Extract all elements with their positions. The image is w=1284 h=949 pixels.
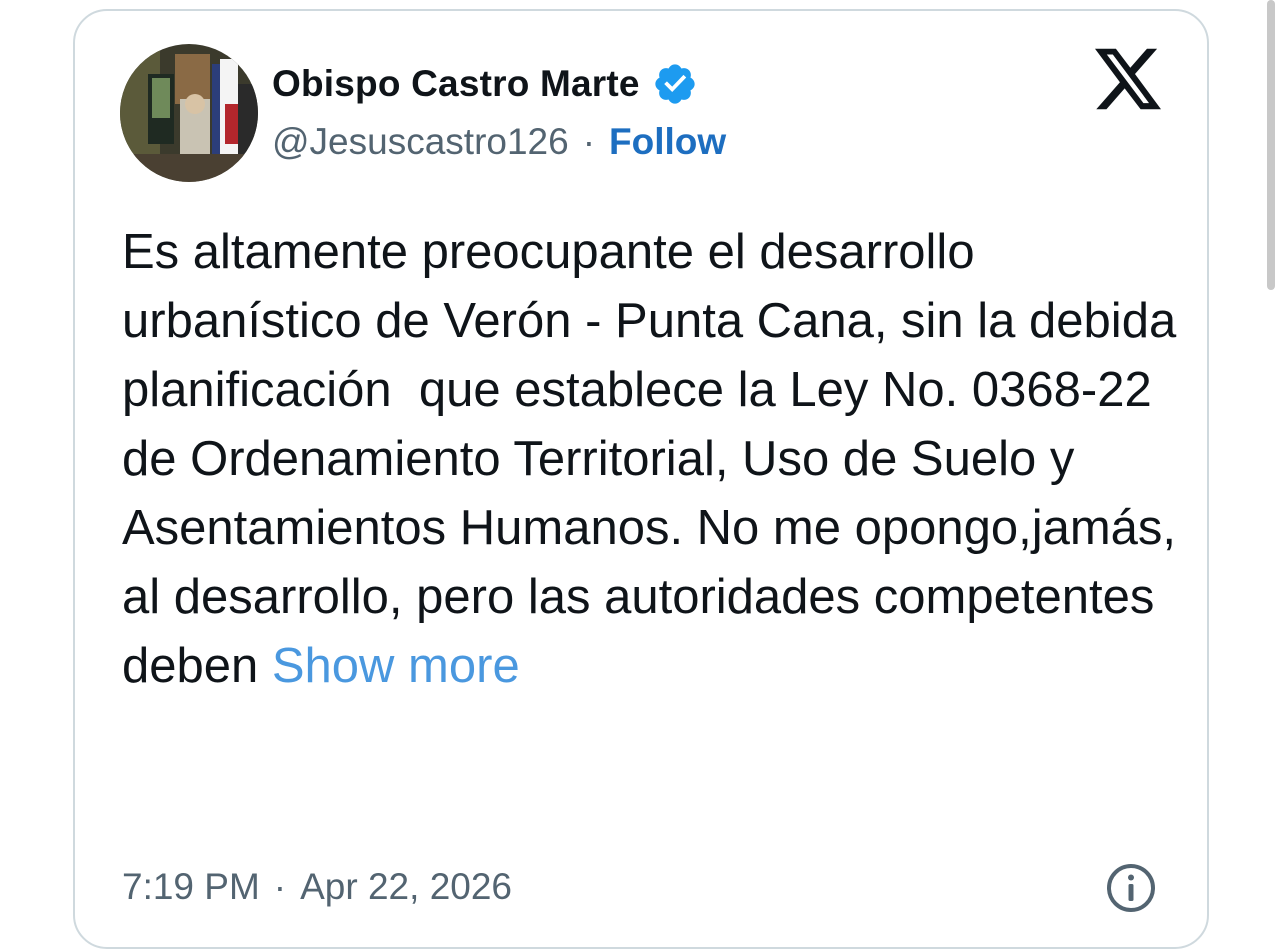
x-logo-icon[interactable] <box>1095 48 1161 110</box>
verified-badge-icon <box>655 64 695 104</box>
author-avatar[interactable] <box>120 44 258 182</box>
meta-separator: · <box>273 866 287 907</box>
info-icon[interactable] <box>1105 862 1157 914</box>
tweet-body: Es altamente preocupante el desarrollo u… <box>122 225 1190 693</box>
author-name-row: Obispo Castro Marte <box>272 58 698 110</box>
tweet-time[interactable]: 7:19 PM <box>122 866 260 908</box>
author-handle[interactable]: @Jesuscastro126 <box>272 121 569 163</box>
author-display-name[interactable]: Obispo Castro Marte <box>272 63 640 105</box>
show-more-link[interactable]: Show more <box>272 639 520 693</box>
scrollbar[interactable] <box>1267 0 1275 290</box>
handle-separator: · <box>582 121 596 162</box>
follow-button[interactable]: Follow <box>609 121 726 163</box>
author-handle-row: @Jesuscastro126 · Follow <box>272 118 726 166</box>
tweet-meta: 7:19 PM · Apr 22, 2026 <box>122 862 512 912</box>
tweet-date[interactable]: Apr 22, 2026 <box>300 866 512 908</box>
tweet-text: Es altamente preocupante el desarrollo u… <box>122 218 1182 701</box>
